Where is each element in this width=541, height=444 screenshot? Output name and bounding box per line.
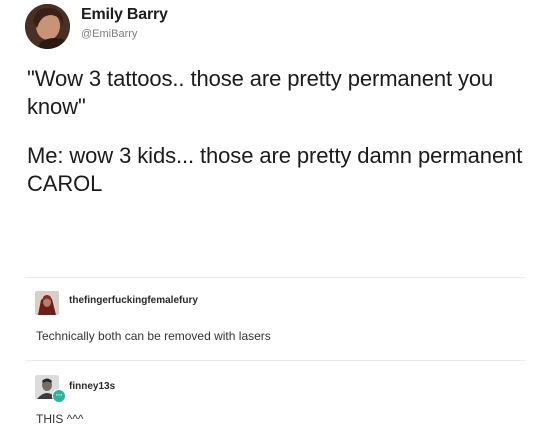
- avatar-photo-icon: [25, 4, 70, 49]
- reply-username[interactable]: finney13s: [69, 381, 115, 392]
- tweet-display-name[interactable]: Emily Barry: [81, 6, 168, 24]
- user-avatar-icon: [35, 291, 59, 315]
- reply-text: Technically both can be removed with las…: [36, 329, 271, 343]
- tweet-handle[interactable]: @EmiBarry: [81, 28, 137, 40]
- reply-post: ··· finney13s THIS ^^^: [0, 361, 541, 444]
- reply-post: thefingerfuckingfemalefury Technically b…: [0, 278, 541, 360]
- tweet-paragraph: "Wow 3 tattoos.. those are pretty perman…: [27, 66, 494, 119]
- tweet-paragraph: Me: wow 3 kids... those are pretty damn …: [27, 143, 523, 196]
- tweet-avatar[interactable]: [25, 4, 70, 49]
- reply-avatar[interactable]: [35, 291, 59, 315]
- reply-text: THIS ^^^: [36, 412, 84, 426]
- chat-badge-icon: ···: [52, 389, 66, 403]
- tweet-body: "Wow 3 tattoos.. those are pretty perman…: [27, 65, 532, 219]
- tweet-card: Emily Barry @EmiBarry "Wow 3 tattoos.. t…: [0, 0, 541, 270]
- reply-username[interactable]: thefingerfuckingfemalefury: [69, 295, 198, 306]
